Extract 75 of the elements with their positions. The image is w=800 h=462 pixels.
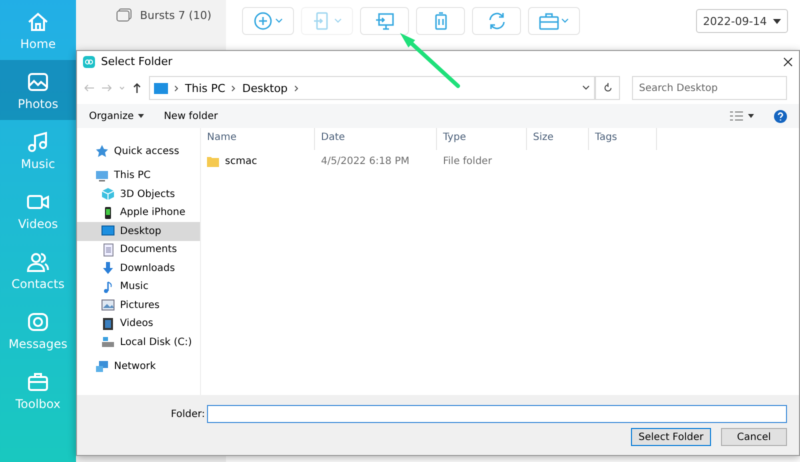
help-icon[interactable] <box>774 110 787 122</box>
monitor-arrow-icon <box>374 11 394 31</box>
film-icon <box>101 316 115 331</box>
star-icon <box>95 144 109 158</box>
chevron-down-icon <box>275 18 283 24</box>
nav-item[interactable]: Network <box>77 358 200 376</box>
picture-icon <box>101 298 115 312</box>
file-row[interactable]: scmac 4/5/2022 6:18 PM File folder <box>201 150 799 172</box>
cancel-button[interactable]: Cancel <box>721 428 787 446</box>
breadcrumb-item[interactable]: This PC <box>185 82 226 94</box>
refresh-icon <box>602 83 612 93</box>
document-icon <box>101 242 115 257</box>
dialog-title: Select Folder <box>101 55 174 68</box>
to-pc-button[interactable] <box>360 7 409 35</box>
nav-item[interactable]: Local Disk (C:) <box>77 333 200 352</box>
view-options-icon[interactable] <box>730 111 754 121</box>
nav-item[interactable]: Desktop <box>77 222 200 240</box>
command-button[interactable]: New folder <box>164 110 218 122</box>
address-bar[interactable]: This PC Desktop <box>149 76 595 100</box>
refresh-button[interactable] <box>595 76 620 100</box>
select-folder-button[interactable]: Select Folder <box>631 428 711 446</box>
chevron-down-icon <box>561 18 569 24</box>
column-header[interactable]: Date <box>315 128 437 150</box>
file-name: scmac <box>225 156 258 166</box>
nav-item[interactable]: This PC <box>77 166 200 185</box>
refresh-icon <box>486 11 506 31</box>
file-type: File folder <box>443 156 492 166</box>
briefcase-icon <box>539 11 559 31</box>
column-header[interactable]: Tags <box>589 128 657 150</box>
music-icon <box>26 130 50 154</box>
up-arrow-icon[interactable] <box>131 82 143 94</box>
toolbox-button[interactable] <box>528 7 580 35</box>
back-arrow-icon[interactable] <box>83 82 95 94</box>
chevron-down-icon <box>334 18 342 24</box>
drive-icon <box>101 335 115 350</box>
column-header[interactable]: Size <box>527 128 589 150</box>
breadcrumb-chevron-icon <box>231 84 236 92</box>
sidebar-item[interactable]: Photos <box>0 60 76 120</box>
dropdown-arrow-icon <box>138 114 144 118</box>
monitor-icon <box>154 82 168 94</box>
dropdown-arrow-icon <box>773 18 781 24</box>
down-arrow-icon <box>101 261 115 276</box>
forward-arrow-icon[interactable] <box>101 82 113 94</box>
nav-item[interactable]: Downloads <box>77 259 200 278</box>
album-label[interactable]: Bursts 7 (10) <box>140 8 212 22</box>
breadcrumb-chevron-icon <box>174 84 179 92</box>
file-date: 4/5/2022 6:18 PM <box>321 156 410 166</box>
delete-button[interactable] <box>416 7 465 35</box>
chevron-down-icon[interactable] <box>582 85 590 91</box>
network-icon <box>95 360 109 374</box>
photo-stack-icon <box>116 8 132 22</box>
monitor-icon <box>101 224 115 238</box>
nav-item[interactable]: Music <box>77 278 200 296</box>
nav-item[interactable]: 3D Objects <box>77 185 200 204</box>
folder-input[interactable] <box>207 405 787 423</box>
date-select[interactable]: 2022-09-14 <box>696 9 788 33</box>
search-field[interactable]: Search Desktop <box>632 76 787 100</box>
breadcrumb-chevron-icon <box>294 84 299 92</box>
close-icon[interactable] <box>783 56 793 66</box>
command-button[interactable]: Organize <box>89 110 144 122</box>
add-button[interactable] <box>242 7 294 35</box>
nav-item[interactable]: Videos <box>77 314 200 333</box>
plus-circle-icon <box>253 11 273 31</box>
app-logo-icon <box>83 56 95 68</box>
folder-label: Folder: <box>170 408 205 420</box>
nav-item[interactable]: Documents <box>77 240 200 259</box>
cube-icon <box>101 187 115 202</box>
breadcrumb-item[interactable]: Desktop <box>242 82 288 94</box>
folder-icon <box>207 156 219 166</box>
nav-item[interactable]: Pictures <box>77 296 200 314</box>
nav-item[interactable]: Apple iPhone <box>77 204 200 222</box>
monitor-icon <box>95 168 109 183</box>
column-header[interactable]: Type <box>437 128 527 150</box>
nav-item[interactable]: Quick access <box>77 142 200 160</box>
column-header[interactable]: Name <box>201 128 315 150</box>
